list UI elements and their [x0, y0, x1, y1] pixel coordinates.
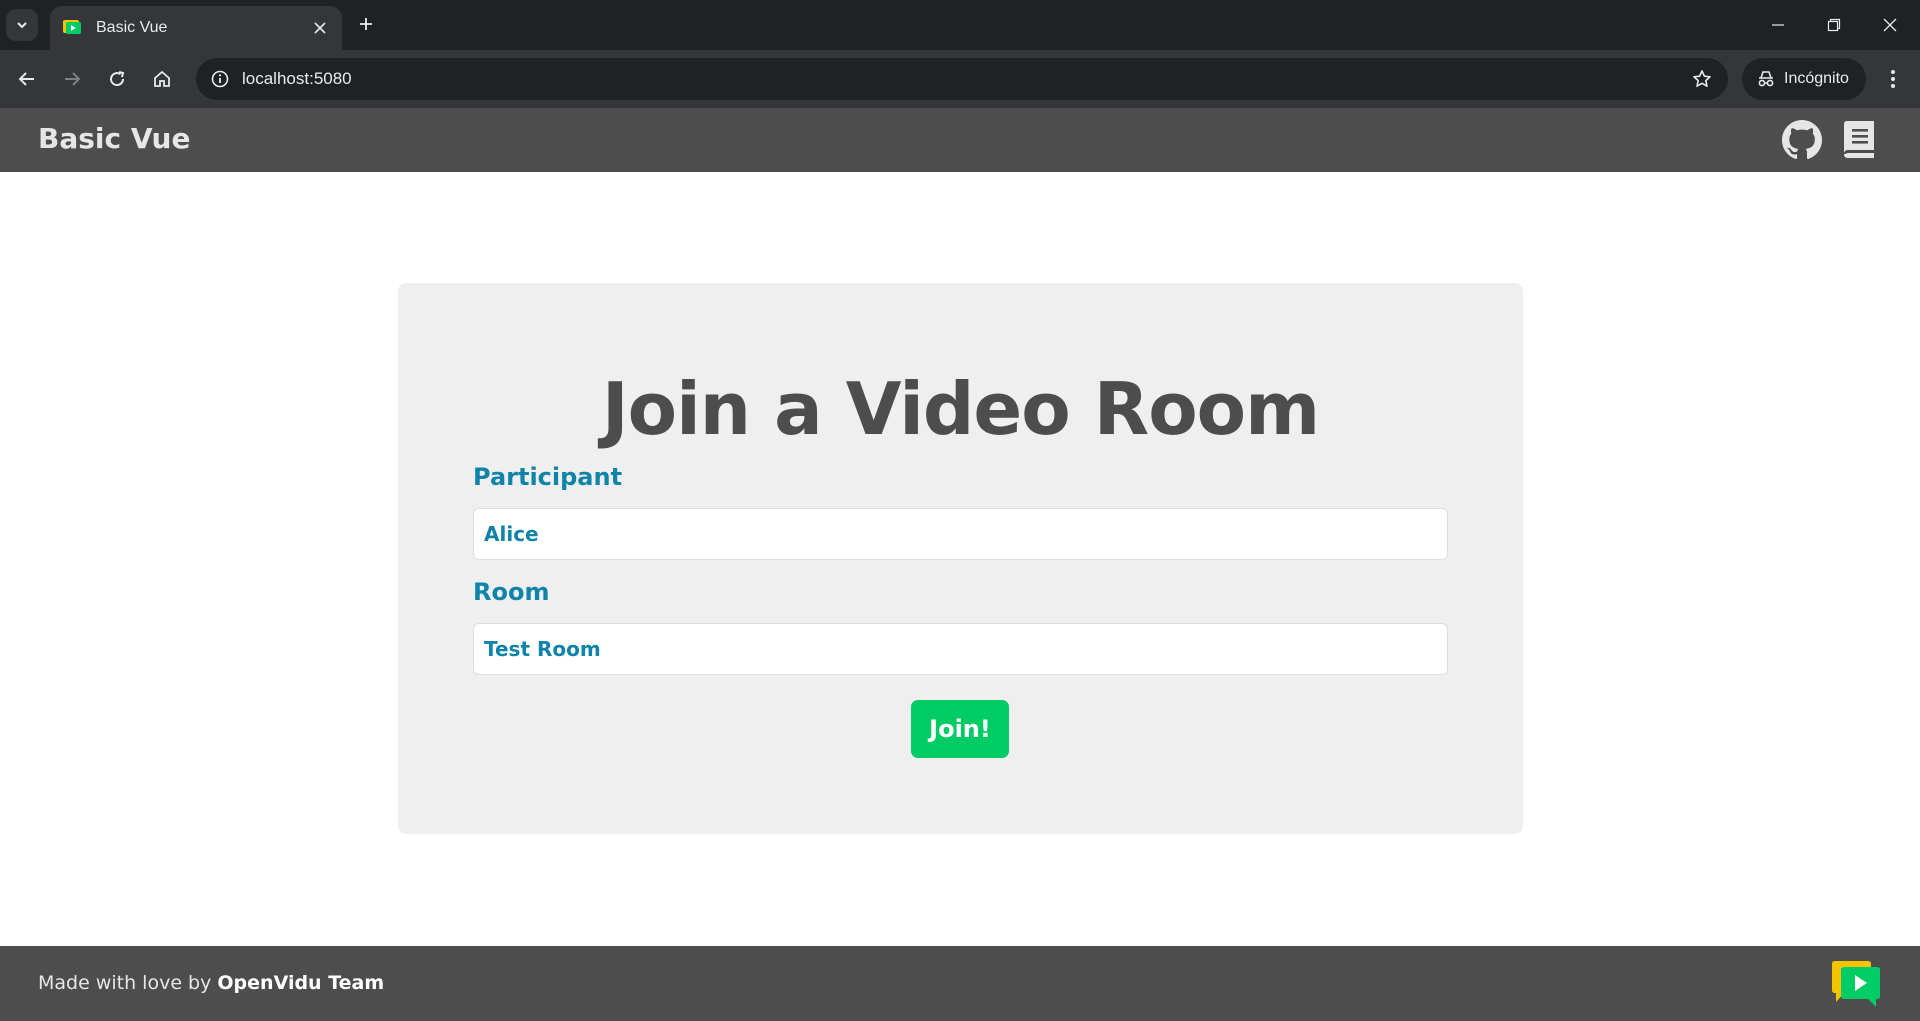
home-button[interactable]: [145, 62, 179, 96]
restore-icon: [1827, 18, 1841, 32]
join-title: Join a Video Room: [601, 367, 1320, 451]
browser-tab-strip: Basic Vue: [0, 0, 1920, 50]
plus-icon: [360, 18, 372, 30]
browser-menu-button[interactable]: [1876, 62, 1910, 96]
app-title: Basic Vue: [38, 122, 191, 155]
incognito-badge[interactable]: Incógnito: [1742, 58, 1866, 100]
github-link[interactable]: [1782, 120, 1822, 160]
close-icon: [314, 22, 326, 34]
openvidu-favicon-icon: [63, 20, 81, 34]
arrow-left-icon: [18, 72, 34, 86]
new-tab-button[interactable]: [350, 8, 382, 40]
app-header: Basic Vue: [0, 108, 1920, 172]
join-button[interactable]: Join!: [911, 700, 1009, 758]
forward-button[interactable]: [55, 62, 89, 96]
tab-title: Basic Vue: [96, 19, 168, 36]
documentation-link[interactable]: [1838, 120, 1878, 160]
bookmark-button[interactable]: [1686, 63, 1718, 95]
openvidu-logo-icon[interactable]: [1830, 960, 1882, 1008]
incognito-icon: [1758, 71, 1774, 87]
tab-search-button[interactable]: [6, 9, 38, 41]
chevron-down-icon: [17, 22, 27, 29]
home-icon: [154, 70, 170, 87]
app-footer: Made with love by OpenVidu Team: [0, 946, 1920, 1021]
incognito-label: Incógnito: [1784, 70, 1849, 87]
minimize-icon: [1772, 24, 1784, 26]
browser-toolbar: localhost:5080 Incógnito: [0, 50, 1920, 108]
footer-text: Made with love by OpenVidu Team: [38, 972, 384, 994]
participant-label: Participant: [473, 463, 623, 491]
star-icon: [1693, 70, 1711, 87]
book-icon: [1844, 121, 1874, 158]
footer-prefix: Made with love by: [38, 972, 212, 994]
site-info-button[interactable]: [204, 63, 236, 95]
close-icon: [1883, 18, 1897, 32]
participant-input[interactable]: [473, 508, 1448, 560]
minimize-button[interactable]: [1750, 0, 1806, 50]
reload-button[interactable]: [100, 62, 134, 96]
openvidu-team-link[interactable]: OpenVidu Team: [217, 972, 384, 994]
more-vertical-icon: [1891, 70, 1895, 88]
join-room-card: Join a Video Room Participant Room Join!: [398, 283, 1523, 834]
back-button[interactable]: [10, 62, 44, 96]
close-window-button[interactable]: [1862, 0, 1918, 50]
browser-tab[interactable]: Basic Vue: [50, 6, 342, 50]
reload-icon: [110, 71, 125, 87]
github-icon: [1782, 120, 1822, 160]
info-icon: [211, 70, 229, 88]
arrow-right-icon: [65, 72, 81, 86]
address-bar[interactable]: localhost:5080: [196, 58, 1728, 100]
room-label: Room: [473, 578, 550, 606]
room-input[interactable]: [473, 623, 1448, 675]
restore-button[interactable]: [1806, 0, 1862, 50]
url-text: localhost:5080: [242, 69, 352, 88]
tab-close-button[interactable]: [306, 14, 334, 42]
